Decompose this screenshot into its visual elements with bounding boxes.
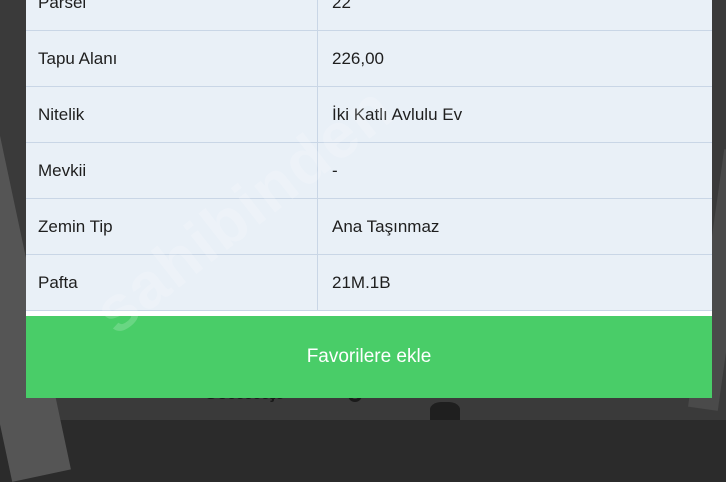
table-row-pafta: Pafta 21M.1B: [26, 255, 712, 311]
row-label: Parsel: [26, 0, 318, 30]
row-label: Nitelik: [26, 87, 318, 142]
row-value: 22: [332, 0, 351, 12]
row-label: Pafta: [26, 255, 318, 310]
map-shape: [430, 402, 460, 420]
table-row-parsel: Parsel 22: [26, 0, 712, 31]
table-row-zemin-tip: Zemin Tip Ana Taşınmaz: [26, 199, 712, 255]
row-label: Mevkii: [26, 143, 318, 198]
table-row-tapu-alani: Tapu Alanı 226,00: [26, 31, 712, 87]
row-label: Tapu Alanı: [26, 31, 318, 86]
row-label: Zemin Tip: [26, 199, 318, 254]
add-to-favorites-button[interactable]: Favorilere ekle: [26, 316, 712, 398]
row-value: -: [332, 160, 338, 180]
parcel-info-table: Parsel 22 Tapu Alanı 226,00 Nitelik İki …: [26, 0, 712, 311]
parcel-info-panel: Parsel 22 Tapu Alanı 226,00 Nitelik İki …: [26, 0, 712, 398]
table-row-nitelik: Nitelik İki Katlı Avlulu Ev: [26, 87, 712, 143]
row-value: İki Katlı Avlulu Ev: [332, 104, 463, 124]
table-row-mevkii: Mevkii -: [26, 143, 712, 199]
row-value: 226,00: [332, 48, 384, 68]
row-value: Ana Taşınmaz: [332, 216, 440, 236]
row-value: 21M.1B: [332, 272, 391, 292]
